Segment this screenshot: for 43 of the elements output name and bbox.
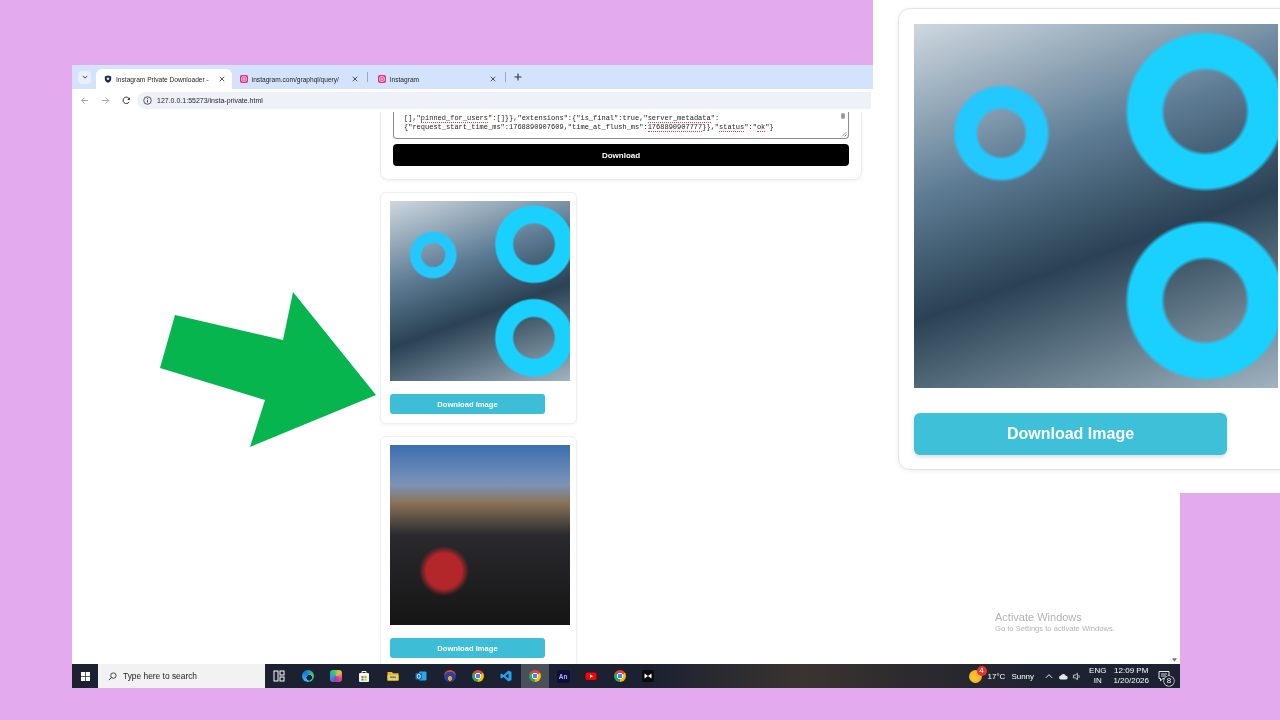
browser-logo-icon	[471, 670, 484, 682]
close-icon[interactable]	[218, 76, 225, 82]
chevron-down-icon	[81, 75, 88, 79]
browser-logo-icon	[613, 670, 626, 682]
close-icon[interactable]	[489, 76, 496, 82]
ribbon-logo-icon	[500, 670, 513, 682]
windows-logo-icon	[80, 671, 90, 681]
info-icon[interactable]	[143, 96, 152, 105]
activation-title: Activate Windows	[995, 611, 1083, 624]
shield-icon	[104, 75, 112, 83]
task-view-icon	[273, 670, 286, 682]
resize-handle-icon[interactable]	[841, 131, 847, 137]
search-icon	[108, 671, 117, 681]
chevron-up-icon[interactable]	[1044, 671, 1055, 681]
temperature: 17°C	[987, 671, 1006, 681]
download-button[interactable]: Download	[393, 144, 849, 166]
reload-icon[interactable]	[122, 96, 131, 105]
mail-icon	[415, 670, 428, 682]
weather-sun-icon[interactable]	[968, 669, 982, 683]
gradient-square-icon	[329, 670, 342, 682]
weather-condition: Sunny	[1011, 671, 1035, 681]
camera-icon	[239, 75, 248, 83]
browser-logo-icon	[528, 670, 541, 682]
play-icon	[585, 670, 598, 682]
shopping-bag-icon	[358, 670, 371, 682]
notification-count: 8	[1164, 676, 1174, 686]
clock-button[interactable]: 12:09 PM 1/20/2026	[1113, 666, 1149, 686]
folder-icon	[386, 670, 399, 682]
cloud-icon[interactable]	[1058, 671, 1069, 681]
camera-icon	[377, 75, 386, 83]
weather-badge: 4	[976, 665, 987, 676]
search-field[interactable]: Type here to search	[98, 664, 265, 688]
language-button[interactable]: ENG IN	[1089, 666, 1107, 686]
taskbar-button[interactable]	[520, 664, 549, 688]
scroll-down-icon[interactable]	[1172, 658, 1177, 662]
scrollbar-thumb[interactable]	[841, 113, 845, 119]
new-tab-icon[interactable]	[513, 73, 522, 81]
notifications-icon[interactable]	[1158, 670, 1170, 682]
bowtie-logo-icon	[642, 670, 655, 682]
wave-logo-icon	[301, 670, 314, 682]
orb-icon	[443, 670, 456, 682]
close-icon[interactable]	[351, 76, 358, 82]
speaker-icon[interactable]	[1072, 671, 1083, 681]
